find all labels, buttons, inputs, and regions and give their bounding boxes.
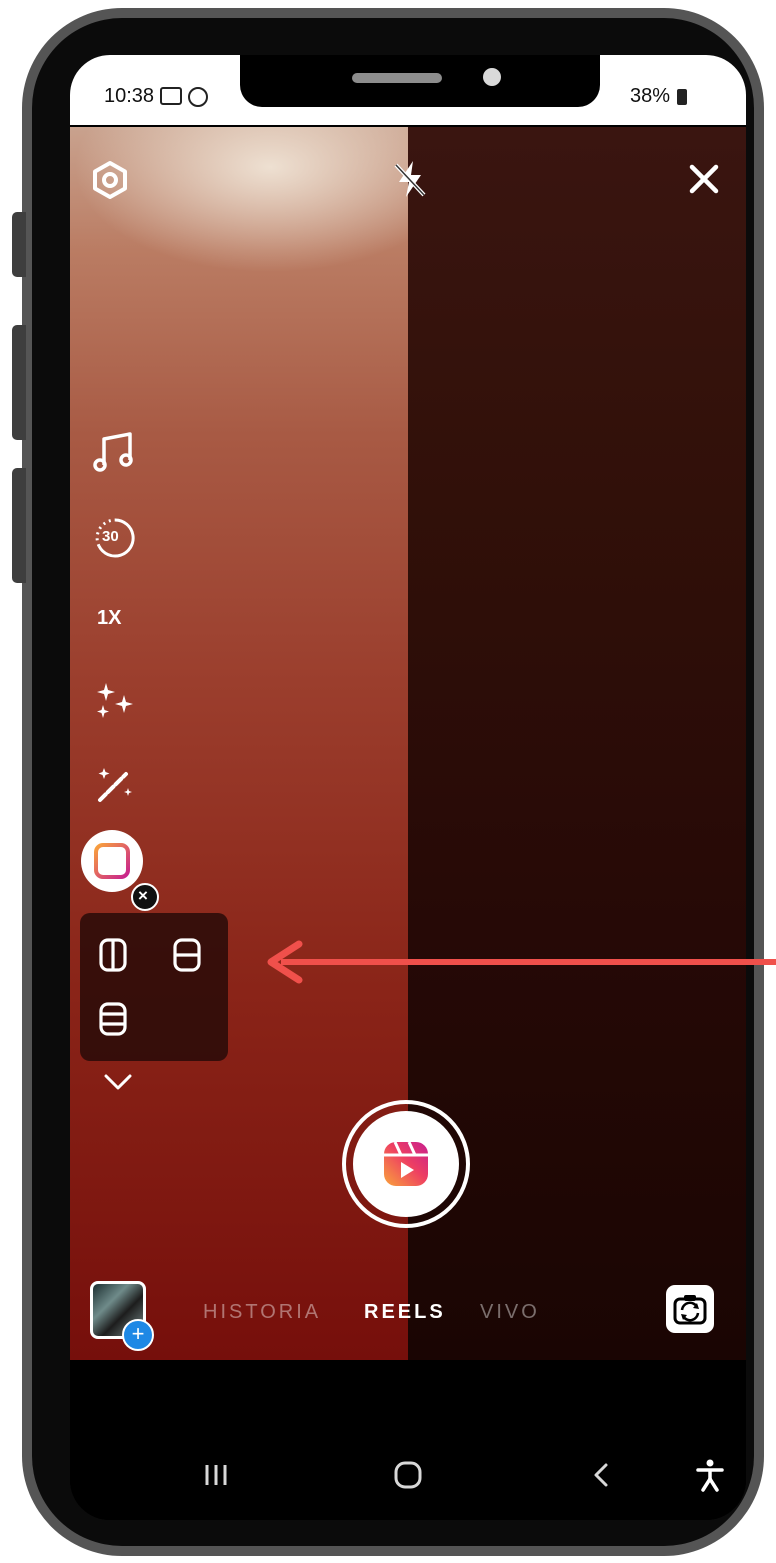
back-icon[interactable] [584,1455,620,1495]
gallery-add-icon[interactable]: + [122,1319,154,1351]
chevron-down-icon[interactable] [100,1067,136,1097]
flip-camera-icon [673,1295,707,1325]
front-camera [483,68,501,86]
flip-camera-button[interactable] [666,1285,714,1333]
speed-button[interactable]: 1X [97,607,121,630]
magic-wand-icon[interactable] [90,760,140,810]
close-icon: × [138,886,148,905]
timer-button[interactable]: 30 [90,513,140,563]
accessibility-icon[interactable] [692,1455,728,1495]
layout-2-vertical-icon[interactable] [98,937,128,973]
volume-button [12,212,26,277]
mode-tab-historia[interactable]: HISTORIA [203,1301,321,1324]
battery-icon [677,89,687,105]
battery-level: 38% [630,85,671,107]
music-icon[interactable] [90,427,140,477]
annotation-arrow [267,940,776,984]
layout-2-horizontal-icon[interactable] [172,937,202,973]
app-notification-icon [188,87,208,107]
volume-button [12,325,26,440]
layout-3-rows-icon[interactable] [98,1001,128,1037]
earpiece [352,73,442,83]
mode-tab-reels[interactable]: REELS [364,1301,446,1324]
home-icon[interactable] [390,1455,426,1495]
recent-apps-icon[interactable] [198,1455,234,1495]
gallery-notification-icon [160,87,182,105]
flash-off-icon[interactable] [388,157,432,201]
phone-screen: 10:38 38% 30 1X × + HISTORIA REELS VIVO [70,55,746,1520]
layout-button[interactable] [81,830,143,892]
close-icon[interactable] [682,157,726,201]
layout-options-panel [80,913,228,1061]
sparkles-icon[interactable] [90,677,140,727]
bottom-area [70,1360,746,1520]
status-time: 10:38 [104,85,155,107]
timer-value: 30 [102,528,119,545]
layout-icon [94,843,130,879]
settings-icon[interactable] [90,160,130,200]
reels-icon [384,1141,428,1186]
layout-close-button[interactable]: × [131,883,159,911]
mode-tab-vivo[interactable]: VIVO [480,1301,540,1324]
power-button [12,468,26,583]
